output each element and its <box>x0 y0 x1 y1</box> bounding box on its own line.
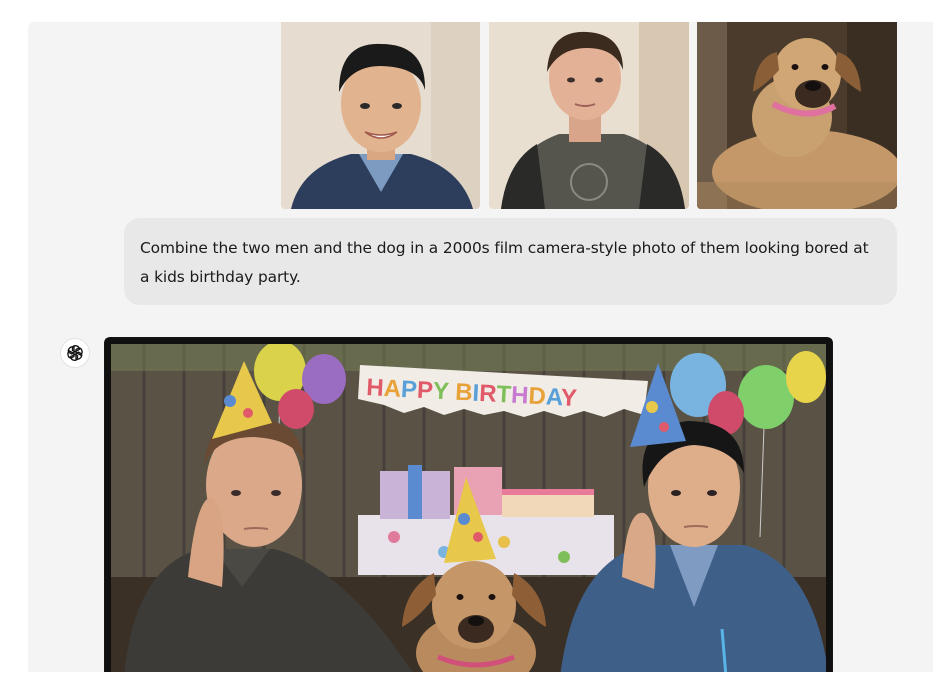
dog-photo <box>697 22 897 209</box>
user-photo-man-1[interactable] <box>281 22 480 209</box>
user-photo-dog[interactable] <box>697 22 897 209</box>
man-grey-shirt-photo <box>489 22 689 209</box>
chat-panel: Combine the two men and the dog in a 200… <box>28 22 933 672</box>
birthday-party-photo: HAPPY BIRTHDAY <box>105 338 832 672</box>
user-message-text: Combine the two men and the dog in a 200… <box>140 239 869 286</box>
openai-logo-icon <box>67 345 83 361</box>
user-photo-man-2[interactable] <box>489 22 689 209</box>
user-message-bubble: Combine the two men and the dog in a 200… <box>124 218 897 305</box>
generated-image[interactable]: HAPPY BIRTHDAY <box>104 337 833 672</box>
man-smiling-photo <box>281 22 480 209</box>
assistant-avatar <box>60 338 90 368</box>
